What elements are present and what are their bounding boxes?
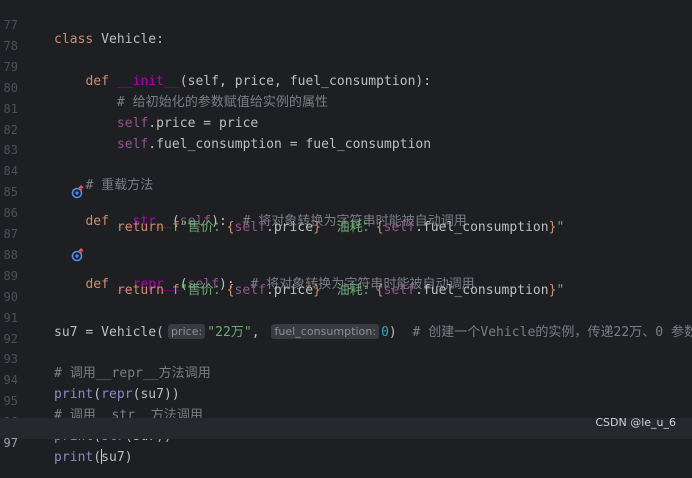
override-method-icon[interactable] — [24, 233, 84, 262]
code-line[interactable]: 85 def __str__(self): # 将对象转换为字符串时能被自动调用 — [0, 167, 692, 229]
code-line[interactable]: 92 — [0, 314, 692, 346]
code-line[interactable]: 80 # 给初始化的参数赋值给实例的属性 — [0, 63, 692, 110]
code-line[interactable]: 79 def __init__(self, price, fuel_consum… — [0, 42, 692, 89]
code-line[interactable]: 78 — [0, 21, 692, 53]
override-method-icon[interactable] — [24, 170, 84, 199]
code-line[interactable]: 77 class Vehicle: — [0, 0, 692, 47]
watermark: CSDN @le_u_6 — [595, 416, 676, 429]
code-line[interactable]: 96 print(str(su7)) — [0, 397, 692, 444]
code-text[interactable]: print(su7) — [54, 448, 133, 469]
code-line[interactable]: 91 su7 = Vehicle(price: "22万", fuel_consu… — [0, 293, 692, 340]
code-line-current[interactable]: 97 print(su7) — [0, 418, 692, 465]
code-line[interactable]: 82 self.fuel_consumption = fuel_consumpt… — [0, 105, 692, 152]
code-line[interactable]: 84 # 重载方法 — [0, 146, 692, 193]
code-line[interactable]: 93 # 调用__repr__方法调用 — [0, 334, 692, 381]
code-line[interactable]: 90 — [0, 272, 692, 304]
line-number: 97 — [3, 436, 18, 450]
code-line[interactable]: 88 def __repr__(self): # 将对象转换为字符串时能被自动调… — [0, 230, 692, 292]
code-line[interactable]: 86 return f"售价：{self.price} 油耗：{self.fue… — [0, 188, 692, 235]
code-line[interactable]: 94 print(repr(su7)) — [0, 355, 692, 402]
code-line[interactable]: 87 — [0, 209, 692, 241]
code-line[interactable]: 83 — [0, 125, 692, 157]
code-line[interactable]: 89 return f"售价：{self.price} 油耗：{self.fue… — [0, 251, 692, 298]
code-line[interactable]: 81 self.price = price — [0, 84, 692, 131]
code-editor[interactable]: 77 class Vehicle: 78 79 def __init__(sel… — [0, 0, 692, 465]
code-line[interactable]: 95 # 调用__str__方法调用 — [0, 376, 692, 423]
